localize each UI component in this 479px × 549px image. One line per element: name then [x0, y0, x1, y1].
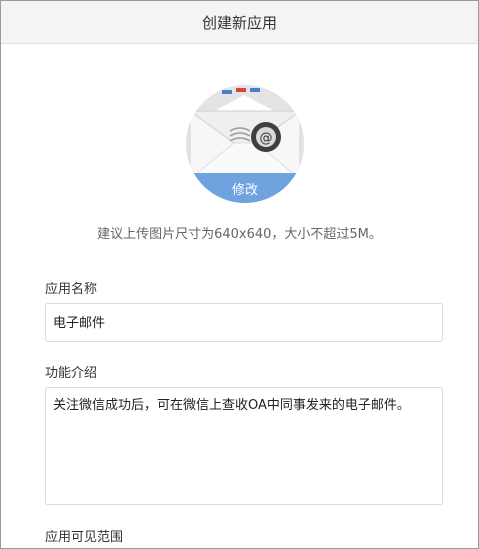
dialog-title: 创建新应用 — [201, 13, 277, 32]
description-textarea[interactable]: 关注微信成功后，可在微信上查收OA中同事发来的电子邮件。 — [45, 387, 443, 505]
svg-text:@: @ — [260, 131, 273, 146]
avatar-edit-button[interactable]: 修改 — [186, 173, 304, 203]
create-app-dialog: 创建新应用 @ 修改 建议上传图片尺寸为640x640，大小不超过5M。 应用名… — [0, 0, 479, 549]
app-name-input[interactable]: 电子邮件 — [45, 303, 443, 342]
description-label: 功能介绍 — [45, 366, 98, 381]
upload-hint: 建议上传图片尺寸为640x640，大小不超过5M。 — [97, 227, 382, 242]
dialog-header: 创建新应用 — [1, 1, 478, 44]
visibility-scope-label: 应用可见范围 — [45, 530, 124, 545]
app-avatar-upload[interactable]: @ 修改 — [186, 85, 304, 203]
app-name-label: 应用名称 — [45, 282, 98, 297]
